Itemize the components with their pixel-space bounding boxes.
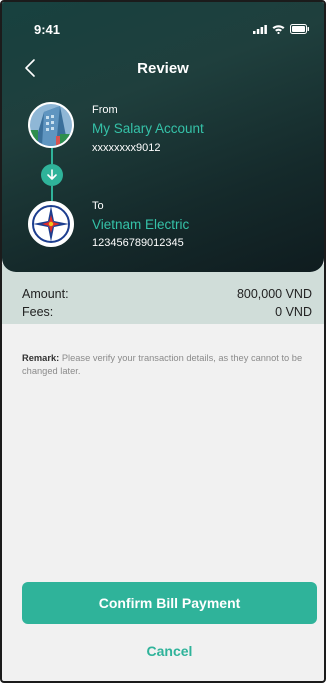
- cancel-button[interactable]: Cancel: [22, 636, 317, 666]
- fees-label: Fees:: [22, 305, 54, 319]
- phone-screen: 9:41 Review From My Salary Account xxxxx…: [0, 0, 326, 683]
- confirm-bill-payment-button[interactable]: Confirm Bill Payment: [22, 582, 317, 624]
- amount-value: 800,000 VND: [236, 287, 312, 301]
- status-time: 9:41: [34, 22, 61, 37]
- signal-icon: [253, 24, 267, 34]
- from-account-avatar: [28, 102, 74, 148]
- remark-note: Remark: Please verify your transaction d…: [22, 352, 314, 378]
- from-account-number: xxxxxxxx9012: [92, 142, 161, 154]
- biller-account-number: 123456789012345: [92, 237, 184, 249]
- to-label: To: [92, 200, 104, 212]
- remark-label: Remark:: [22, 353, 60, 363]
- from-label: From: [92, 104, 118, 116]
- payment-summary: Amount: 800,000 VND Fees: 0 VND: [2, 264, 324, 324]
- review-header: 9:41 Review From My Salary Account xxxxx…: [2, 2, 324, 272]
- compass-star-icon: [30, 203, 72, 245]
- battery-icon: [290, 24, 309, 34]
- connector-line-bottom: [51, 186, 53, 201]
- building-icon: [30, 104, 72, 146]
- fees-value: 0 VND: [275, 305, 312, 319]
- remark-text: Please verify your transaction details, …: [22, 353, 303, 376]
- page-title: Review: [137, 60, 189, 77]
- transfer-arrow: [41, 164, 63, 186]
- arrow-down-icon: [47, 169, 57, 180]
- biller-logo: [28, 201, 74, 247]
- from-account-name: My Salary Account: [92, 121, 204, 136]
- fees-row: Fees: 0 VND: [22, 303, 312, 321]
- connector-line-top: [51, 148, 53, 164]
- amount-label: Amount:: [22, 287, 69, 301]
- wifi-icon: [272, 25, 285, 34]
- status-icons: [253, 24, 310, 34]
- amount-row: Amount: 800,000 VND: [22, 285, 312, 303]
- biller-name: Vietnam Electric: [92, 217, 190, 232]
